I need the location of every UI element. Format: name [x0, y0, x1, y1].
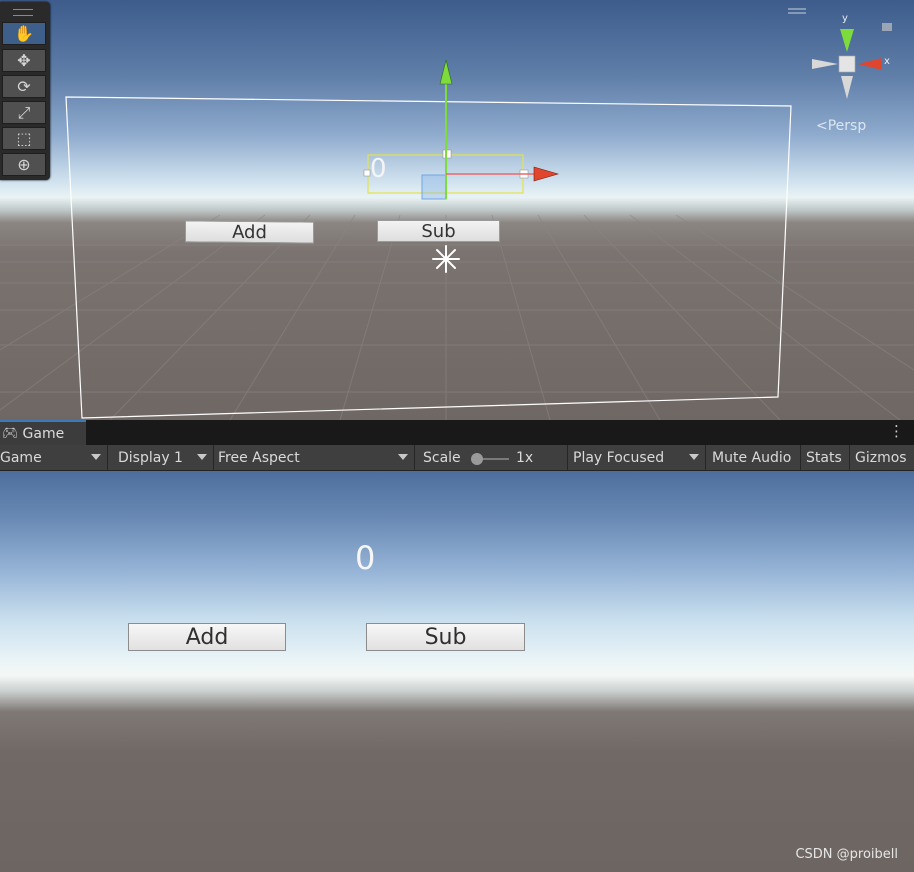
- gizmo-y-arrow: [439, 59, 453, 85]
- scene-view[interactable]: ✋ ✥ ⟳ ⤢ ⬚ ⊕ 0 Add Sub <Persp y x: [0, 0, 914, 420]
- game-counter-text: 0: [355, 539, 376, 577]
- play-mode-label: Play Focused: [573, 449, 665, 466]
- watermark: CSDN @proibell: [795, 847, 898, 862]
- chevron-down-icon: [91, 454, 101, 460]
- scale-value: 1x: [516, 449, 534, 466]
- scale-icon: ⤢: [17, 102, 31, 122]
- chevron-down-icon: [197, 454, 207, 460]
- game-add-button[interactable]: Add: [128, 623, 286, 651]
- event-system-icon: [432, 245, 460, 273]
- scene-sub-button[interactable]: Sub: [377, 220, 500, 242]
- gamepad-icon: 🎮︎: [2, 426, 19, 441]
- scene-tools-palette: ✋ ✥ ⟳ ⤢ ⬚ ⊕: [0, 2, 50, 180]
- scale-label: Scale: [423, 449, 461, 466]
- chevron-down-icon: [398, 454, 408, 460]
- gizmo-plane-handle: [421, 174, 447, 200]
- canvas-outline: [65, 96, 792, 419]
- persp-toggle[interactable]: <Persp: [816, 118, 866, 134]
- scale-slider-knob[interactable]: [471, 453, 483, 465]
- gizmo-y-label: y: [842, 13, 848, 24]
- mute-audio-label: Mute Audio: [712, 449, 792, 466]
- rect-transform-icon: ⬚: [16, 129, 32, 148]
- orientation-gizmo: [812, 23, 892, 99]
- hand-tool-button[interactable]: ✋: [2, 22, 46, 45]
- aspect-select[interactable]: Free Aspect: [214, 445, 415, 470]
- aspect-select-label: Free Aspect: [218, 449, 300, 466]
- gizmo-x-arrow: [533, 166, 560, 182]
- game-sub-button[interactable]: Sub: [366, 623, 525, 651]
- display-select-label: Display 1: [118, 449, 183, 466]
- hand-icon: ✋: [14, 24, 34, 43]
- tab-game[interactable]: 🎮︎ Game: [0, 420, 86, 445]
- ground-grid: [0, 214, 914, 420]
- transform-tool-button[interactable]: ⊕: [2, 153, 46, 176]
- stats-toggle[interactable]: Stats: [801, 445, 850, 470]
- transform-icon: ⊕: [17, 155, 31, 174]
- gizmos-toggle[interactable]: Gizmos: [850, 445, 914, 470]
- rect-tool-button[interactable]: ⬚: [2, 127, 46, 150]
- move-tool-button[interactable]: ✥: [2, 49, 46, 72]
- palette-grip[interactable]: [13, 9, 33, 16]
- rotate-icon: ⟳: [17, 77, 31, 96]
- gizmos-label: Gizmos: [855, 449, 907, 466]
- scene-graphics: [0, 8, 914, 420]
- stats-label: Stats: [806, 449, 842, 466]
- game-toolbar: Game Display 1 Free Aspect Scale 1x Play…: [0, 445, 914, 471]
- gizmo-x-label: x: [884, 56, 890, 67]
- game-view[interactable]: 0 Add Sub CSDN @proibell: [0, 471, 914, 872]
- play-mode-select[interactable]: Play Focused: [568, 445, 706, 470]
- view-select[interactable]: Game: [0, 445, 108, 470]
- scene-counter-text[interactable]: 0: [370, 154, 387, 184]
- scale-tool-button[interactable]: ⤢: [2, 101, 46, 124]
- rotate-tool-button[interactable]: ⟳: [2, 75, 46, 98]
- more-options-icon[interactable]: ⋮: [889, 424, 904, 439]
- persp-label: Persp: [827, 118, 867, 134]
- view-select-label: Game: [0, 449, 42, 466]
- mute-audio-toggle[interactable]: Mute Audio: [706, 445, 801, 470]
- chevron-down-icon: [689, 454, 699, 460]
- move-arrows-icon: ✥: [17, 51, 31, 70]
- tab-game-label: Game: [22, 425, 65, 442]
- game-tab-bar: 🎮︎ Game ⋮: [0, 420, 914, 445]
- scene-add-button[interactable]: Add: [185, 220, 314, 244]
- display-select[interactable]: Display 1: [108, 445, 214, 470]
